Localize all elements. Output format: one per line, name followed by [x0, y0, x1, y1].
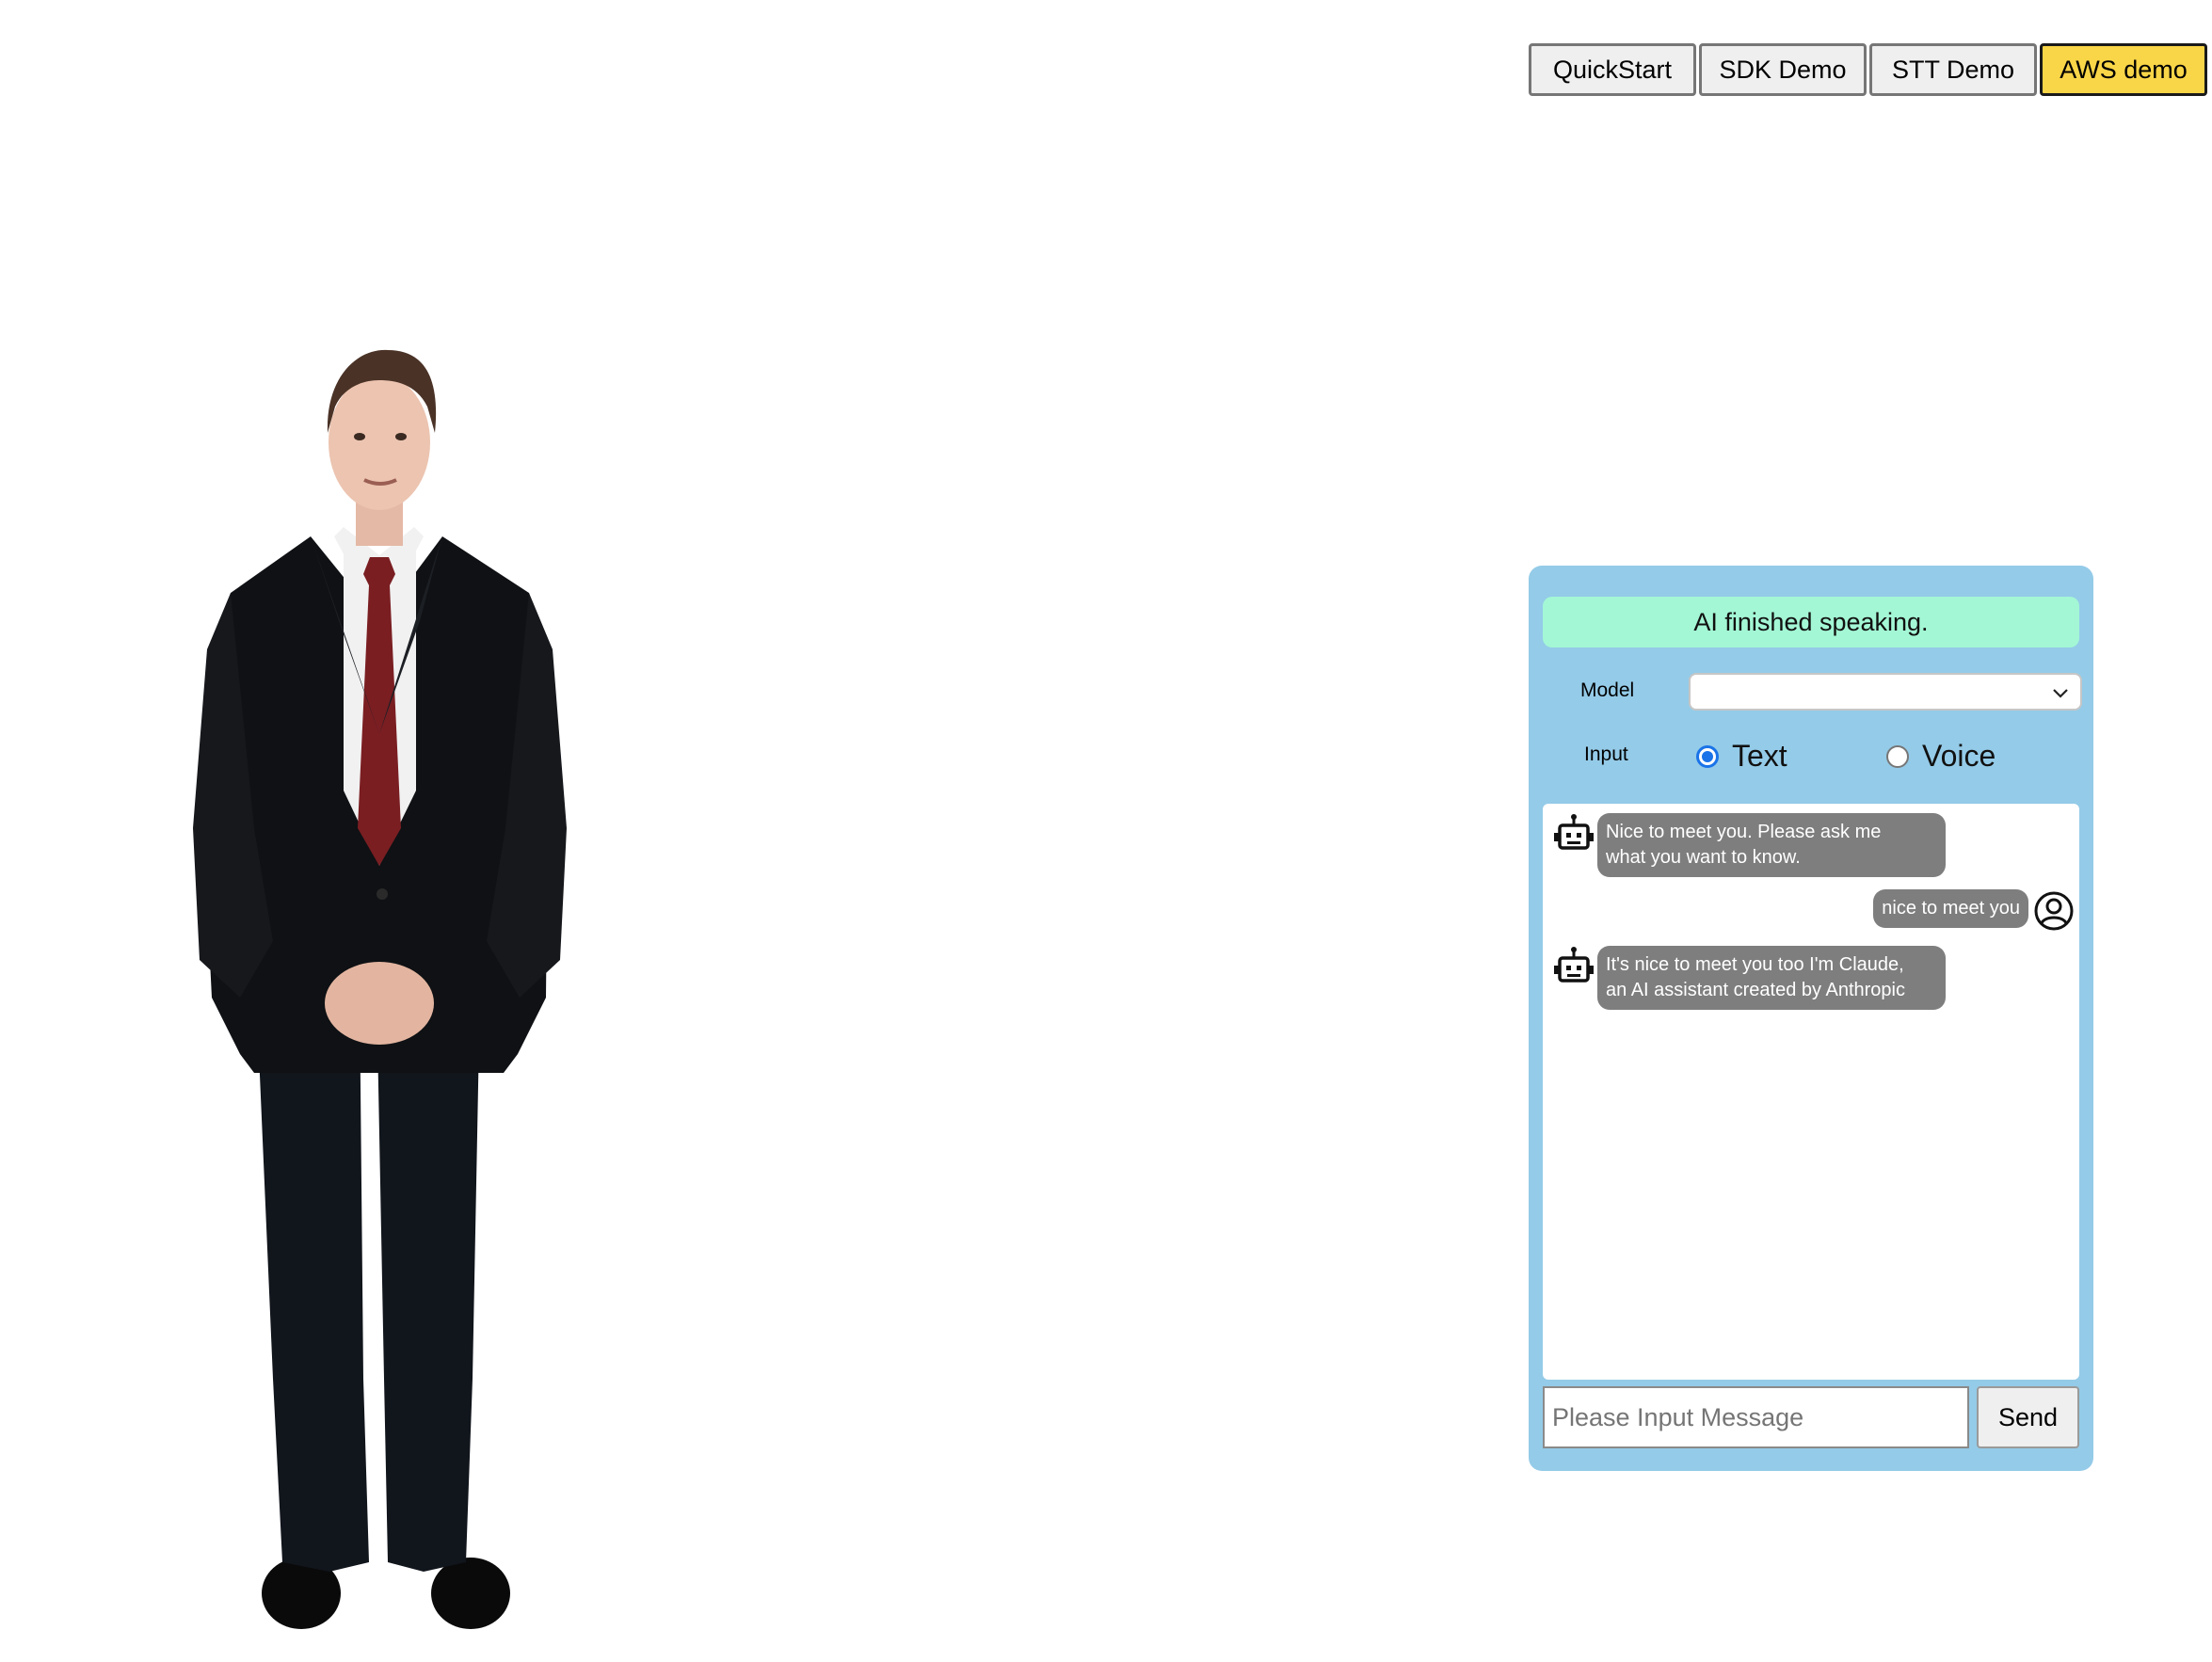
bot-message: Nice to meet you. Please ask me what you…: [1552, 813, 1946, 877]
quickstart-button[interactable]: QuickStart: [1529, 43, 1696, 96]
chevron-down-icon: [2053, 689, 2068, 698]
stt-demo-button[interactable]: STT Demo: [1869, 43, 2037, 96]
send-button[interactable]: Send: [1977, 1386, 2079, 1448]
page: QuickStart SDK Demo STT Demo AWS demo AI…: [0, 0, 2212, 1662]
bot-message: It's nice to meet you too I'm Claude, an…: [1552, 946, 1946, 1010]
input-mode-text-radio[interactable]: Text: [1696, 739, 1787, 774]
input-mode-text-label: Text: [1732, 739, 1787, 773]
robot-icon: [1554, 947, 1594, 983]
model-select[interactable]: [1689, 673, 2082, 711]
radio-selected-icon[interactable]: [1696, 744, 1719, 768]
aws-demo-button[interactable]: AWS demo: [2040, 43, 2207, 96]
input-label: Input: [1584, 743, 1628, 765]
robot-icon: [1554, 814, 1594, 850]
message-composer: Send: [1543, 1386, 2079, 1448]
radio-unselected-icon[interactable]: [1886, 744, 1909, 768]
bot-message-bubble: Nice to meet you. Please ask me what you…: [1597, 813, 1946, 877]
user-message-bubble: nice to meet you: [1873, 889, 2028, 928]
chat-panel: AI finished speaking. Model Input Text V…: [1529, 566, 2093, 1471]
input-mode-voice-label: Voice: [1922, 739, 1996, 773]
message-list[interactable]: Nice to meet you. Please ask me what you…: [1543, 804, 2079, 1380]
message-input[interactable]: [1543, 1386, 1969, 1448]
ai-avatar-figure: [193, 349, 567, 1629]
top-nav: QuickStart SDK Demo STT Demo AWS demo: [1529, 43, 2207, 96]
sdk-demo-button[interactable]: SDK Demo: [1699, 43, 1867, 96]
user-message: nice to meet you: [1873, 889, 2076, 933]
bot-message-bubble: It's nice to meet you too I'm Claude, an…: [1597, 946, 1946, 1010]
input-mode-voice-radio[interactable]: Voice: [1886, 739, 1996, 774]
user-circle-icon: [2034, 891, 2074, 931]
model-label: Model: [1580, 679, 1635, 701]
status-banner: AI finished speaking.: [1543, 597, 2079, 647]
